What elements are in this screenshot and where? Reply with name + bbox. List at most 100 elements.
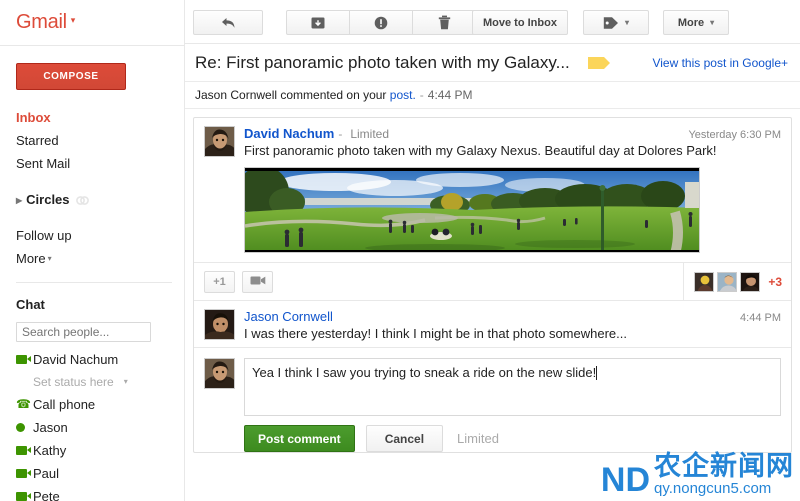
post-audience-label: Limited <box>350 127 389 141</box>
chat-self-name: David Nachum <box>33 352 119 367</box>
start-hangout-button[interactable] <box>242 270 273 293</box>
chevron-down-icon-labels[interactable]: ▾ <box>625 18 629 27</box>
post-action-bar: +1 +3 <box>194 262 791 301</box>
post-text: First panoramic photo taken with my Gala… <box>244 143 717 158</box>
comment-author-line: Jason Cornwell 4:44 PM <box>244 309 781 324</box>
circles-rings-icon <box>75 190 89 213</box>
sidebar-item-circles[interactable]: ▶ Circles <box>0 188 184 211</box>
chat-row-paul[interactable]: Paul <box>0 462 184 485</box>
sidebar-item-follow-up[interactable]: Follow up <box>0 224 184 247</box>
comment-text: I was there yesterday! I think I might b… <box>244 326 627 341</box>
chat-row-jason[interactable]: Jason <box>0 416 184 439</box>
post-comment-button[interactable]: Post comment <box>244 425 355 452</box>
compose-button[interactable]: COMPOSE <box>16 63 126 90</box>
sidebar-item-sent-mail[interactable]: Sent Mail <box>0 152 184 175</box>
video-presence-icon-paul <box>16 469 31 478</box>
set-status-label: Set status here <box>33 375 114 389</box>
avatar-compose-self <box>204 358 235 389</box>
post-author-name[interactable]: David Nachum <box>244 126 334 141</box>
labels-button[interactable]: ▾ <box>583 10 649 35</box>
chat-contact-name-paul: Paul <box>33 466 60 481</box>
more-button[interactable]: More ▾ <box>663 10 729 35</box>
video-presence-icon-pete <box>16 492 31 501</box>
sidebar-nav-list: Inbox Starred Sent Mail ▶ Circles Follow … <box>0 106 184 270</box>
plusoner-avatar-2[interactable] <box>717 271 738 292</box>
post-photo[interactable] <box>244 167 700 253</box>
chat-contact-name-pete: Pete <box>33 489 60 501</box>
chat-section-title: Chat <box>16 297 45 312</box>
plusoner-extra-count[interactable]: +3 <box>768 275 782 289</box>
avatar-jason-cornwell[interactable] <box>204 309 235 340</box>
gmail-logo-row[interactable]: Gmail ▾ <box>0 0 184 45</box>
gmail-app-window: Gmail ▾ COMPOSE Inbox Starred Sent Mail … <box>0 0 800 501</box>
chevron-right-icon[interactable]: ▶ <box>16 189 22 212</box>
back-arrow-icon <box>221 17 236 29</box>
post-timestamp: Yesterday 6:30 PM <box>688 129 781 141</box>
comment-compose-area: Yea I think I saw you trying to sneak a … <box>244 358 781 452</box>
thread-pane: Re: First panoramic photo taken with my … <box>185 44 800 501</box>
chevron-down-icon[interactable]: ▾ <box>71 15 76 26</box>
video-presence-icon-kathy <box>16 446 31 455</box>
comment-input[interactable]: Yea I think I saw you trying to sneak a … <box>244 358 781 416</box>
plusoner-avatar-1[interactable] <box>694 271 715 292</box>
chat-row-kathy[interactable]: Kathy <box>0 439 184 462</box>
back-button[interactable] <box>193 10 263 35</box>
view-post-in-googleplus-link[interactable]: View this post in Google+ <box>652 56 788 70</box>
chat-contact-name-kathy: Kathy <box>33 443 67 458</box>
nav-spacer-2 <box>0 211 184 224</box>
notification-prefix: Jason Cornwell commented on your <box>195 88 387 102</box>
plusoners-list: +3 <box>683 262 782 301</box>
chat-call-phone-label: Call phone <box>33 397 96 412</box>
gmail-logo: Gmail <box>16 11 67 33</box>
set-status-field[interactable]: Set status here ▾ <box>0 371 184 393</box>
notification-post-link[interactable]: post. <box>390 88 416 102</box>
sidebar-item-more[interactable]: More ▾ <box>0 247 184 270</box>
plus-one-button[interactable]: +1 <box>204 270 235 293</box>
cancel-button[interactable]: Cancel <box>365 425 444 452</box>
toolbar-group-back <box>193 10 263 35</box>
chevron-down-icon-more-toolbar[interactable]: ▾ <box>710 18 714 27</box>
chat-contact-list: David Nachum Set status here ▾ ☎ Call pho… <box>0 348 184 501</box>
search-people-input[interactable] <box>16 322 151 342</box>
chevron-down-icon-status[interactable]: ▾ <box>124 377 128 386</box>
label-chip-icon[interactable] <box>587 56 610 69</box>
video-presence-icon <box>16 355 31 364</box>
phone-icon: ☎ <box>16 397 31 411</box>
sidebar-item-starred[interactable]: Starred <box>0 129 184 152</box>
thread-toolbar: Move to Inbox ▾ More ▾ <box>185 0 800 44</box>
chat-row-call-phone[interactable]: ☎ Call phone <box>0 393 184 416</box>
avatar-david-nachum[interactable] <box>204 126 235 157</box>
chat-row-self[interactable]: David Nachum <box>0 348 184 371</box>
chat-section-divider <box>16 282 172 283</box>
toolbar-group-more: More ▾ <box>663 10 729 35</box>
archive-icon <box>311 16 325 30</box>
report-spam-button[interactable] <box>349 10 413 35</box>
post-author-line: David Nachum - Limited Yesterday 6:30 PM <box>244 126 781 141</box>
comment-row: Jason Cornwell 4:44 PM I was there yeste… <box>194 300 791 347</box>
toolbar-group-labels: ▾ <box>583 10 649 35</box>
compose-audience-label[interactable]: Limited <box>457 431 499 446</box>
page-title: Re: First panoramic photo taken with my … <box>195 52 570 72</box>
archive-button[interactable] <box>286 10 350 35</box>
notification-row: Jason Cornwell commented on your post. -… <box>185 82 800 109</box>
sidebar-item-inbox[interactable]: Inbox <box>0 106 184 129</box>
comment-author-name[interactable]: Jason Cornwell <box>244 309 333 324</box>
spam-exclamation-icon <box>374 16 388 30</box>
chat-row-pete[interactable]: Pete <box>0 485 184 501</box>
chevron-down-icon-more[interactable]: ▾ <box>48 254 52 263</box>
chat-contact-name-jason: Jason <box>33 420 68 435</box>
post-author-dash: - <box>338 127 343 141</box>
plusoner-avatar-3[interactable] <box>740 271 761 292</box>
comment-compose-row: Yea I think I saw you trying to sneak a … <box>194 347 791 452</box>
comment-timestamp: 4:44 PM <box>740 312 781 324</box>
comment-input-value: Yea I think I saw you trying to sneak a … <box>252 365 597 380</box>
delete-button[interactable] <box>412 10 476 35</box>
notification-separator: - <box>419 88 424 102</box>
move-to-inbox-button[interactable]: Move to Inbox <box>472 10 568 35</box>
available-presence-icon <box>16 423 25 432</box>
post-body: David Nachum - Limited Yesterday 6:30 PM… <box>244 126 781 253</box>
label-tag-icon <box>603 16 619 30</box>
toolbar-group-actions <box>286 10 476 35</box>
sidebar-divider <box>0 45 184 46</box>
